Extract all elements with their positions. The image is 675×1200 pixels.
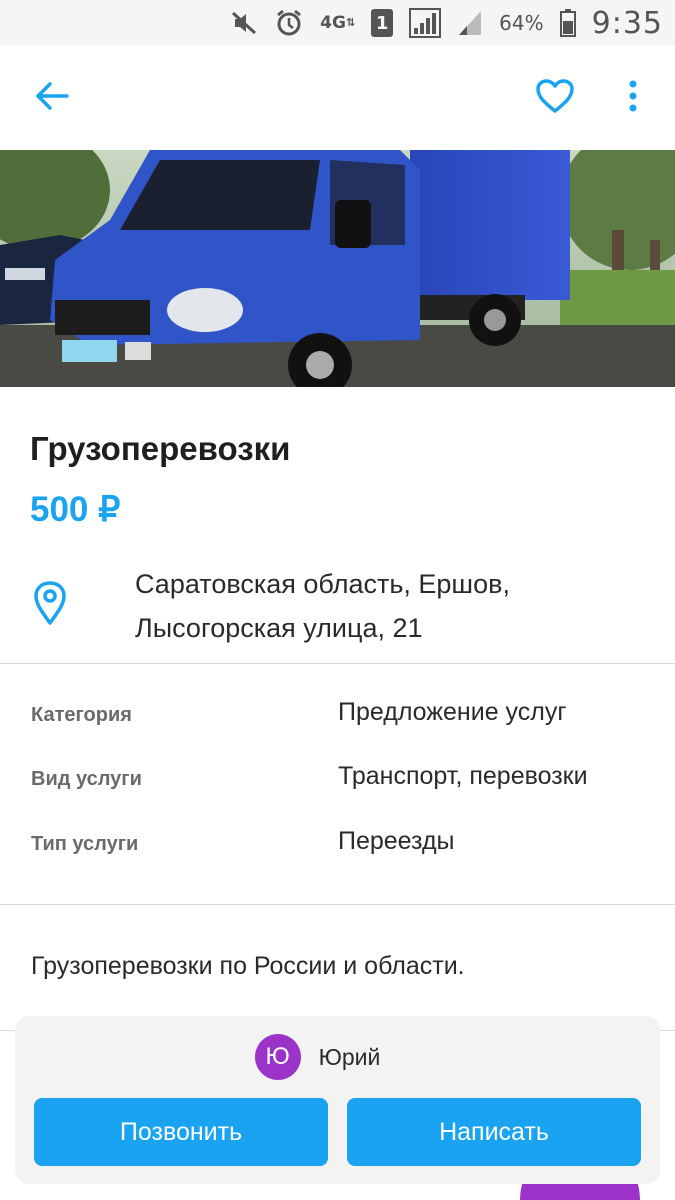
status-bar: 4G ⇅ 1 64% 9:35 xyxy=(0,0,675,46)
listing-screen: 4G ⇅ 1 64% 9:35 Грузоперевозки 500 ₽ Сар… xyxy=(0,0,675,1200)
back-button[interactable] xyxy=(30,76,74,120)
param-label: Категория xyxy=(31,704,132,726)
battery-icon xyxy=(559,9,576,37)
mute-icon xyxy=(230,9,258,37)
param-row-category: Категория Предложение услуг xyxy=(0,698,675,738)
param-row-service-type: Тип услуги Переезды xyxy=(0,827,675,867)
address-line-1: Саратовская область, Ершов, xyxy=(135,569,510,599)
avatar: Ю xyxy=(254,1034,301,1080)
listing-description: Грузоперевозки по России и области. xyxy=(31,952,465,980)
listing-photo[interactable] xyxy=(0,150,675,387)
listing-address[interactable]: Саратовская область, Ершов, Лысогорская … xyxy=(135,562,655,650)
seller-name: Юрий xyxy=(318,1043,381,1070)
param-value: Транспорт, перевозки xyxy=(338,762,588,790)
listing-title: Грузоперевозки xyxy=(30,430,291,467)
heart-outline-icon xyxy=(535,78,575,118)
message-button[interactable]: Написать xyxy=(347,1098,641,1166)
signal-icon xyxy=(409,8,442,38)
param-label: Тип услуги xyxy=(31,833,139,855)
toolbar xyxy=(0,46,675,150)
location-pin-icon xyxy=(32,580,68,630)
param-value: Предложение услуг xyxy=(338,698,567,726)
seller-info[interactable]: Ю Юрий xyxy=(15,1034,660,1080)
param-row-service-kind: Вид услуги Транспорт, перевозки xyxy=(0,762,675,802)
signal-weak-icon xyxy=(457,9,483,37)
alarm-icon xyxy=(274,8,304,38)
more-button[interactable] xyxy=(616,75,650,121)
address-line-2: Лысогорская улица, 21 xyxy=(135,613,423,643)
divider xyxy=(0,663,675,664)
contact-panel: Ю Юрий Позвонить Написать xyxy=(15,1016,660,1184)
sim-icon: 1 xyxy=(371,9,394,37)
arrow-left-icon xyxy=(35,81,69,115)
param-value: Переезды xyxy=(338,827,455,855)
param-label: Вид услуги xyxy=(31,768,142,790)
listing-price: 500 ₽ xyxy=(30,490,121,529)
divider xyxy=(0,904,675,905)
more-vertical-icon xyxy=(628,79,638,117)
battery-percent: 64% xyxy=(499,11,544,35)
clock: 9:35 xyxy=(591,5,663,41)
call-button[interactable]: Позвонить xyxy=(34,1098,328,1166)
network-4g-icon: 4G ⇅ xyxy=(320,13,356,33)
favorite-button[interactable] xyxy=(532,75,578,121)
